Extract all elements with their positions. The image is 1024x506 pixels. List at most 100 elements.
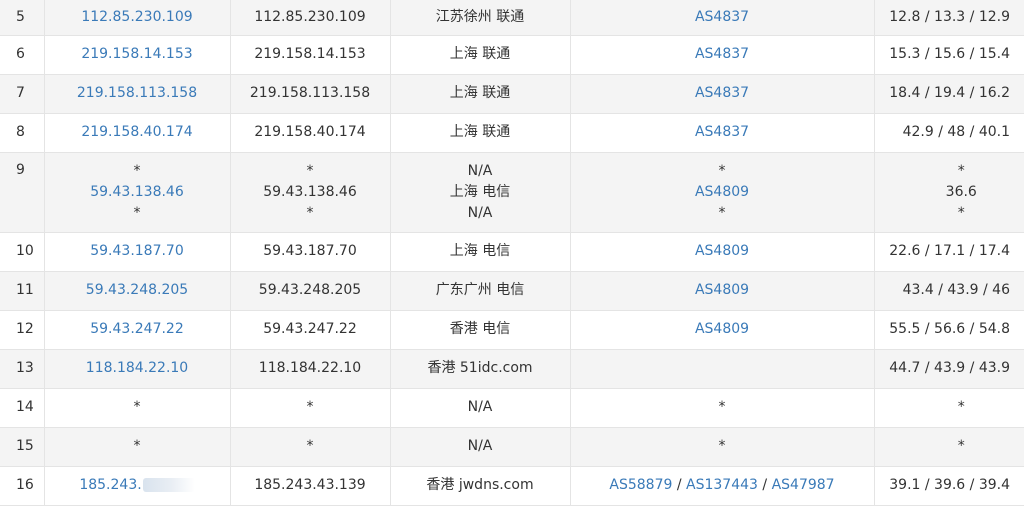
table-row: 12 59.43.247.22 59.43.247.22 香港 电信 AS480… <box>0 310 1024 349</box>
ip-link-cell: 112.85.230.109 <box>44 0 230 35</box>
asn-cell: AS4809 <box>570 310 874 349</box>
location: 上海 联通 <box>390 74 570 113</box>
asn-separator: / <box>762 477 771 493</box>
asn-link[interactable]: AS4837 <box>695 46 749 62</box>
ip-address: 219.158.40.174 <box>230 113 390 152</box>
asn-link[interactable]: AS137443 <box>686 477 758 493</box>
asn-star: * <box>571 161 874 182</box>
asn-link[interactable]: AS4809 <box>571 182 874 203</box>
ip-link[interactable]: 59.43.247.22 <box>90 321 184 337</box>
asn-link[interactable]: AS4837 <box>695 124 749 140</box>
ip-address: * <box>230 388 390 427</box>
ip-link-cell: 59.43.187.70 <box>44 232 230 271</box>
hop-number: 10 <box>0 232 44 271</box>
table-row: 9 * 59.43.138.46 * * 59.43.138.46 * N/A … <box>0 152 1024 232</box>
ip-link[interactable]: 219.158.113.158 <box>77 85 197 101</box>
ip-link-cell: * 59.43.138.46 * <box>44 152 230 232</box>
ip-link-cell: 59.43.248.205 <box>44 271 230 310</box>
location: N/A <box>390 388 570 427</box>
ip-link-cell: 219.158.113.158 <box>44 74 230 113</box>
hop-number: 11 <box>0 271 44 310</box>
ip-link-cell: 219.158.40.174 <box>44 113 230 152</box>
ip-address: 219.158.14.153 <box>230 35 390 74</box>
ip-address: 118.184.22.10 <box>230 349 390 388</box>
table-row: 8 219.158.40.174 219.158.40.174 上海 联通 AS… <box>0 113 1024 152</box>
hop-number: 12 <box>0 310 44 349</box>
location: 江苏徐州 联通 <box>390 0 570 35</box>
asn-link[interactable]: AS58879 <box>609 477 672 493</box>
ip-link-cell: 59.43.247.22 <box>44 310 230 349</box>
location-line: N/A <box>391 203 570 224</box>
asn-link[interactable]: AS4809 <box>695 243 749 259</box>
hop-number: 15 <box>0 427 44 466</box>
asn-link[interactable]: AS47987 <box>772 477 835 493</box>
rtt: 39.1 / 39.6 / 39.4 <box>874 466 1024 505</box>
asn-cell: AS4809 <box>570 232 874 271</box>
rtt-line: * <box>875 203 1024 224</box>
ip-link-cell: 185.243. <box>44 466 230 505</box>
ip-link[interactable]: 59.43.248.205 <box>86 282 188 298</box>
asn-cell: AS4837 <box>570 35 874 74</box>
location: 上海 联通 <box>390 35 570 74</box>
location: 香港 电信 <box>390 310 570 349</box>
ip-link-cell: * <box>44 388 230 427</box>
location-line: N/A <box>391 161 570 182</box>
table-row: 15 * * N/A * * <box>0 427 1024 466</box>
ip-link[interactable]: 219.158.14.153 <box>81 46 192 62</box>
ip-link[interactable]: 118.184.22.10 <box>86 360 188 376</box>
ip-link-star: * <box>45 161 230 182</box>
hop-number: 16 <box>0 466 44 505</box>
table-row: 11 59.43.248.205 59.43.248.205 广东广州 电信 A… <box>0 271 1024 310</box>
ip-link[interactable]: 219.158.40.174 <box>81 124 192 140</box>
rtt: * <box>874 427 1024 466</box>
ip-address: 185.243.43.139 <box>230 466 390 505</box>
asn-cell: * <box>570 388 874 427</box>
ip-address-line: * <box>231 161 390 182</box>
ip-address: 219.158.113.158 <box>230 74 390 113</box>
asn-cell: AS4809 <box>570 271 874 310</box>
ip-link[interactable]: 59.43.187.70 <box>90 243 184 259</box>
asn-cell: AS58879 / AS137443 / AS47987 <box>570 466 874 505</box>
rtt-line: * <box>875 161 1024 182</box>
ip-address-line: * <box>231 203 390 224</box>
hop-number: 7 <box>0 74 44 113</box>
ip-link-cell: 118.184.22.10 <box>44 349 230 388</box>
ip-link[interactable]: 59.43.138.46 <box>45 182 230 203</box>
hop-number: 14 <box>0 388 44 427</box>
hop-number: 6 <box>0 35 44 74</box>
asn-link[interactable]: AS4809 <box>695 321 749 337</box>
ip-link[interactable]: 112.85.230.109 <box>81 9 192 25</box>
ip-address-cell: * 59.43.138.46 * <box>230 152 390 232</box>
table-row: 10 59.43.187.70 59.43.187.70 上海 电信 AS480… <box>0 232 1024 271</box>
ip-address: * <box>230 427 390 466</box>
location: 广东广州 电信 <box>390 271 570 310</box>
ip-address-line: 59.43.138.46 <box>231 182 390 203</box>
ip-address: 59.43.187.70 <box>230 232 390 271</box>
ip-address: 112.85.230.109 <box>230 0 390 35</box>
asn-link[interactable]: AS4837 <box>695 9 749 25</box>
asn-cell: * <box>570 427 874 466</box>
asn-cell: * AS4809 * <box>570 152 874 232</box>
table-row: 13 118.184.22.10 118.184.22.10 香港 51idc.… <box>0 349 1024 388</box>
table-row: 16 185.243. 185.243.43.139 香港 jwdns.com … <box>0 466 1024 505</box>
table-row: 6 219.158.14.153 219.158.14.153 上海 联通 AS… <box>0 35 1024 74</box>
hop-number: 13 <box>0 349 44 388</box>
location-line: 上海 电信 <box>391 182 570 203</box>
rtt: 55.5 / 56.6 / 54.8 <box>874 310 1024 349</box>
ip-address: 59.43.247.22 <box>230 310 390 349</box>
rtt: 18.4 / 19.4 / 16.2 <box>874 74 1024 113</box>
asn-star: * <box>571 203 874 224</box>
ip-link-star: * <box>45 203 230 224</box>
ip-link[interactable]: 185.243. <box>79 477 141 493</box>
location: 上海 联通 <box>390 113 570 152</box>
location: 香港 51idc.com <box>390 349 570 388</box>
hop-number: 5 <box>0 0 44 35</box>
asn-link[interactable]: AS4809 <box>695 282 749 298</box>
traceroute-table: 5 112.85.230.109 112.85.230.109 江苏徐州 联通 … <box>0 0 1024 506</box>
redacted-blur <box>143 478 195 492</box>
rtt: 42.9 / 48 / 40.1 <box>874 113 1024 152</box>
asn-cell: AS4837 <box>570 74 874 113</box>
hop-number: 9 <box>0 152 44 232</box>
asn-link[interactable]: AS4837 <box>695 85 749 101</box>
location: N/A <box>390 427 570 466</box>
